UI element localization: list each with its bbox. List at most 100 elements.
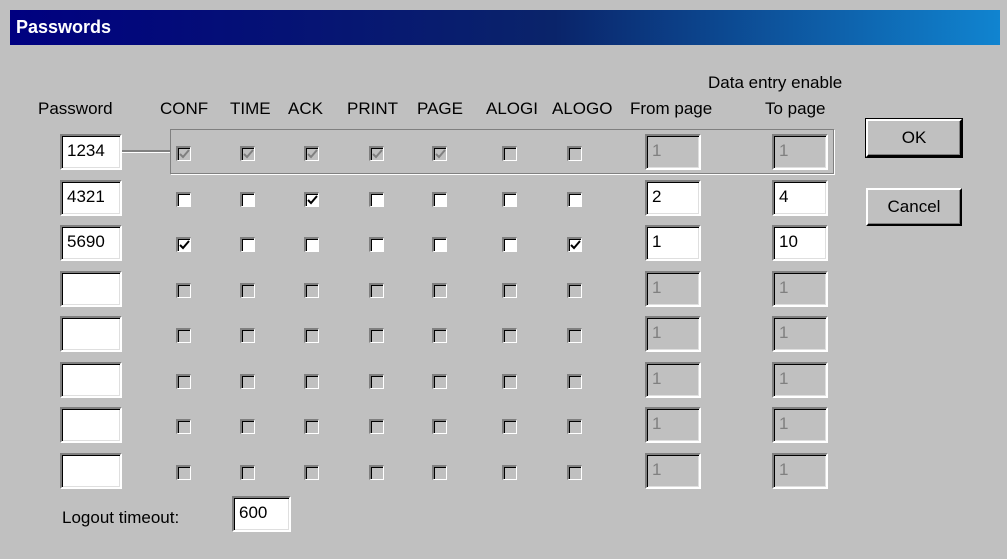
checkbox-time <box>240 283 255 298</box>
cancel-button[interactable]: Cancel <box>866 188 962 226</box>
password-field[interactable]: 1234 <box>60 134 122 170</box>
checkbox-alogo <box>567 374 582 389</box>
checkbox-print[interactable] <box>369 237 384 252</box>
checkmark-icon <box>307 195 318 205</box>
password-field[interactable] <box>60 271 122 307</box>
from-page-field[interactable]: 2 <box>645 180 701 216</box>
checkbox-alogi[interactable] <box>502 192 517 207</box>
alogi-header: ALOGI <box>486 99 538 118</box>
checkbox-alogo <box>567 283 582 298</box>
from-page-field: 1 <box>645 134 701 170</box>
password-field[interactable] <box>60 316 122 352</box>
checkbox-conf <box>176 374 191 389</box>
password-field[interactable] <box>60 362 122 398</box>
checkbox-print <box>369 146 384 161</box>
from-page-field: 1 <box>645 316 701 352</box>
checkbox-conf <box>176 419 191 434</box>
checkbox-alogi <box>502 465 517 480</box>
conf-header: CONF <box>160 99 209 118</box>
checkbox-alogo <box>567 328 582 343</box>
checkbox-ack <box>304 328 319 343</box>
to-page-field: 1 <box>772 453 828 489</box>
checkmark-icon <box>307 149 318 159</box>
checkbox-conf <box>176 146 191 161</box>
checkbox-ack[interactable] <box>304 192 319 207</box>
checkbox-alogo <box>567 146 582 161</box>
checkbox-print <box>369 465 384 480</box>
ack-header: ACK <box>288 99 323 118</box>
to-page-field[interactable]: 10 <box>772 225 828 261</box>
password-header: Password <box>38 99 113 118</box>
to-page-field: 1 <box>772 271 828 307</box>
checkbox-ack[interactable] <box>304 237 319 252</box>
checkbox-page[interactable] <box>432 237 447 252</box>
checkbox-conf <box>176 283 191 298</box>
data-entry-enable-header: Data entry enable <box>708 73 843 92</box>
checkbox-alogi <box>502 283 517 298</box>
from-page-field[interactable]: 1 <box>645 225 701 261</box>
time-header: TIME <box>230 99 271 118</box>
from-page-field: 1 <box>645 407 701 443</box>
checkbox-print <box>369 283 384 298</box>
to-page-header: To page <box>765 99 826 118</box>
password-field[interactable] <box>60 453 122 489</box>
ok-button[interactable]: OK <box>865 118 963 158</box>
checkbox-alogi <box>502 328 517 343</box>
passwords-dialog: Passwords Data entry enable Password CON… <box>0 0 1007 559</box>
checkbox-time[interactable] <box>240 192 255 207</box>
checkbox-page <box>432 374 447 389</box>
checkbox-time <box>240 374 255 389</box>
from-page-field: 1 <box>645 453 701 489</box>
checkbox-ack <box>304 419 319 434</box>
logout-timeout-label: Logout timeout: <box>62 508 180 527</box>
alogo-header: ALOGO <box>552 99 613 118</box>
checkmark-icon <box>372 149 383 159</box>
from-page-field: 1 <box>645 271 701 307</box>
checkbox-alogo[interactable] <box>567 192 582 207</box>
checkbox-print <box>369 374 384 389</box>
checkbox-ack <box>304 465 319 480</box>
from-page-field: 1 <box>645 362 701 398</box>
checkbox-alogi <box>502 419 517 434</box>
checkbox-alogi[interactable] <box>502 237 517 252</box>
checkbox-page <box>432 328 447 343</box>
password-field[interactable]: 5690 <box>60 225 122 261</box>
checkbox-time[interactable] <box>240 237 255 252</box>
checkmark-icon <box>179 240 190 250</box>
checkbox-alogo <box>567 419 582 434</box>
master-row-connector <box>122 150 170 153</box>
checkbox-print[interactable] <box>369 192 384 207</box>
checkbox-time <box>240 328 255 343</box>
checkbox-conf[interactable] <box>176 237 191 252</box>
checkmark-icon <box>435 149 446 159</box>
to-page-field: 1 <box>772 134 828 170</box>
checkbox-alogo <box>567 465 582 480</box>
logout-timeout-input[interactable]: 600 <box>232 496 291 532</box>
checkbox-alogi <box>502 146 517 161</box>
checkbox-page <box>432 146 447 161</box>
checkbox-conf[interactable] <box>176 192 191 207</box>
checkbox-page <box>432 283 447 298</box>
checkbox-alogi <box>502 374 517 389</box>
window-title: Passwords <box>10 10 1000 45</box>
to-page-field: 1 <box>772 316 828 352</box>
checkbox-time <box>240 146 255 161</box>
page-header: PAGE <box>417 99 463 118</box>
checkbox-time <box>240 419 255 434</box>
to-page-field[interactable]: 4 <box>772 180 828 216</box>
from-page-header: From page <box>630 99 713 118</box>
checkmark-icon <box>570 240 581 250</box>
checkmark-icon <box>179 149 190 159</box>
checkmark-icon <box>243 149 254 159</box>
checkbox-conf <box>176 328 191 343</box>
print-header: PRINT <box>347 99 398 118</box>
password-field[interactable]: 4321 <box>60 180 122 216</box>
to-page-field: 1 <box>772 407 828 443</box>
checkbox-conf <box>176 465 191 480</box>
checkbox-page <box>432 419 447 434</box>
password-field[interactable] <box>60 407 122 443</box>
checkbox-alogo[interactable] <box>567 237 582 252</box>
checkbox-page[interactable] <box>432 192 447 207</box>
to-page-field: 1 <box>772 362 828 398</box>
checkbox-ack <box>304 283 319 298</box>
